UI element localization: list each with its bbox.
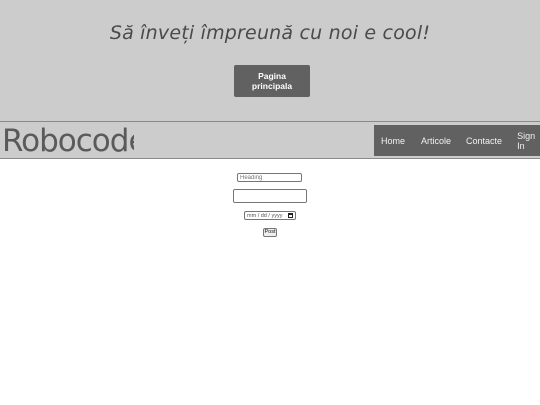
nav-link-sign-in[interactable]: Sign In	[517, 131, 540, 151]
nav-links: Home Articole Contacte Sign In	[374, 125, 540, 156]
logo-text: Robocode	[2, 123, 134, 158]
body-textarea[interactable]	[233, 189, 307, 203]
home-page-button[interactable]: Pagina principala	[234, 65, 310, 97]
date-placeholder: mm / dd / yyyy	[247, 213, 283, 219]
date-input[interactable]: mm / dd / yyyy	[244, 211, 296, 220]
navbar: Robocode Home Articole Contacte Sign In	[0, 122, 540, 159]
robocode-logo[interactable]: Robocode	[2, 123, 134, 158]
nav-link-home[interactable]: Home	[381, 136, 405, 146]
nav-link-contacte[interactable]: Contacte	[466, 136, 502, 146]
hero-title: Să înveți împreună cu noi e cool!	[109, 22, 431, 44]
hero-banner: Să înveți împreună cu noi e cool! Pagina…	[0, 0, 540, 122]
heading-input[interactable]	[237, 173, 302, 182]
nav-link-articole[interactable]: Articole	[421, 136, 451, 146]
post-button[interactable]: Post	[263, 228, 277, 237]
calendar-icon[interactable]	[288, 213, 293, 218]
